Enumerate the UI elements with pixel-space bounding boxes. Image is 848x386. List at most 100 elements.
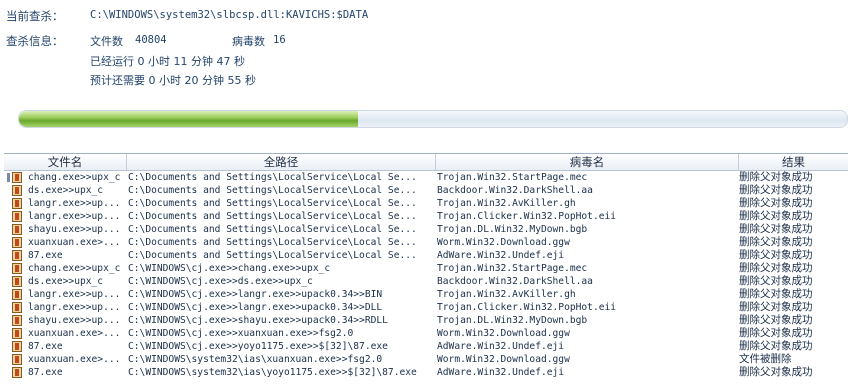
virus-file-icon — [12, 263, 22, 274]
virus-file-icon — [12, 172, 22, 183]
table-row[interactable]: ds.exe>>upx_c C:\Documents and Settings\L… — [4, 184, 848, 197]
cell-fullpath: C:\Documents and Settings\LocalService\L… — [128, 250, 417, 261]
table-row[interactable]: xuanxuan.exe>... C:\WINDOWS\cj.exe>>xuanx… — [4, 327, 848, 340]
virus-file-icon — [12, 276, 22, 287]
table-row[interactable]: langr.exe>>up... C:\Documents and Setting… — [4, 210, 848, 223]
current-scan-label: 当前查杀： — [6, 9, 64, 23]
virus-file-icon — [12, 237, 22, 248]
cell-result: 删除父对象成功 — [739, 327, 813, 339]
column-header-fullpath[interactable]: 全路径 — [127, 154, 436, 170]
cell-filename: xuanxuan.exe>... — [28, 354, 121, 365]
cell-result: 删除父对象成功 — [739, 288, 813, 300]
cell-fullpath: C:\WINDOWS\cj.exe>>shayu.exe>>upack0.34>… — [128, 315, 388, 326]
cell-fullpath: C:\Documents and Settings\LocalService\L… — [128, 185, 417, 196]
table-row[interactable]: langr.exe>>up... C:\WINDOWS\cj.exe>>langr… — [4, 301, 848, 314]
cell-result: 删除父对象成功 — [739, 184, 813, 196]
cell-virusname: Trojan.Win32.AvKiller.gh — [437, 198, 576, 209]
table-row[interactable]: chang.exe>>upx_c C:\Documents and Setting… — [4, 171, 848, 184]
table-row[interactable]: shayu.exe>>up... C:\Documents and Setting… — [4, 223, 848, 236]
detected-virus-table[interactable]: 文件名 全路径 病毒名 结果 chang.exe>>upx_c C:\Docume… — [4, 153, 848, 386]
cell-filename: 87.exe — [28, 341, 63, 352]
column-header-virusname[interactable]: 病毒名 — [436, 154, 739, 170]
cell-virusname: Worm.Win32.Download.ggw — [437, 328, 570, 339]
virus-file-icon — [12, 185, 22, 196]
virus-file-icon — [12, 224, 22, 235]
file-count-value: 40804 — [135, 34, 167, 46]
table-row[interactable]: chang.exe>>upx_c C:\WINDOWS\cj.exe>>chang… — [4, 262, 848, 275]
virus-file-icon — [12, 289, 22, 300]
cell-filename: 87.exe — [28, 250, 63, 261]
cell-virusname: AdWare.Win32.Undef.eji — [437, 250, 565, 261]
virus-file-icon — [12, 302, 22, 313]
cell-filename: shayu.exe>>up... — [28, 224, 121, 235]
cell-filename: shayu.exe>>up... — [28, 315, 121, 326]
cell-virusname: Trojan.Win32.StartPage.mec — [437, 263, 588, 274]
column-header-result[interactable]: 结果 — [739, 154, 848, 170]
cell-virusname: Worm.Win32.Download.ggw — [437, 354, 570, 365]
elapsed-time: 已经运行 0 小时 11 分钟 47 秒 — [90, 55, 245, 68]
table-row[interactable]: langr.exe>>up... C:\Documents and Setting… — [4, 197, 848, 210]
cell-virusname: AdWare.Win32.Undef.eji — [437, 341, 565, 352]
cell-virusname: AdWare.Win32.Undef.eji — [437, 367, 565, 378]
cell-fullpath: C:\Documents and Settings\LocalService\L… — [128, 172, 417, 183]
table-row[interactable]: langr.exe>>up... C:\WINDOWS\cj.exe>>langr… — [4, 288, 848, 301]
cell-virusname: Trojan.DL.Win32.MyDown.bgb — [437, 315, 588, 326]
cell-filename: langr.exe>>up... — [28, 302, 121, 313]
cell-result: 删除父对象成功 — [739, 314, 813, 326]
cell-result: 文件被删除 — [739, 353, 792, 365]
table-body: chang.exe>>upx_c C:\Documents and Setting… — [4, 171, 848, 379]
virus-file-icon — [12, 211, 22, 222]
virus-file-icon — [12, 341, 22, 352]
cell-result: 删除父对象成功 — [739, 197, 813, 209]
column-header-filename[interactable]: 文件名 — [4, 154, 127, 170]
virus-file-icon — [12, 328, 22, 339]
cell-fullpath: C:\Documents and Settings\LocalService\L… — [128, 198, 417, 209]
cell-filename: chang.exe>>upx_c — [28, 263, 121, 274]
cell-fullpath: C:\WINDOWS\cj.exe>>yoyo1175.exe>>$[32]\8… — [128, 341, 388, 352]
table-row[interactable]: xuanxuan.exe>... C:\Documents and Setting… — [4, 236, 848, 249]
virus-file-icon — [12, 198, 22, 209]
cell-virusname: Trojan.Win32.AvKiller.gh — [437, 289, 576, 300]
cell-result: 删除父对象成功 — [739, 340, 813, 352]
table-header: 文件名 全路径 病毒名 结果 — [4, 154, 848, 171]
cell-fullpath: C:\WINDOWS\cj.exe>>langr.exe>>upack0.34>… — [128, 289, 383, 300]
virus-file-icon — [12, 354, 22, 365]
cell-fullpath: C:\Documents and Settings\LocalService\L… — [128, 237, 417, 248]
cell-virusname: Worm.Win32.Download.ggw — [437, 237, 570, 248]
scan-info-label: 查杀信息： — [6, 34, 64, 48]
row-focus-marker — [7, 173, 10, 182]
cell-filename: langr.exe>>up... — [28, 289, 121, 300]
table-row[interactable]: 87.exe C:\WINDOWS\cj.exe>>yoyo1175.exe>>$… — [4, 340, 848, 353]
table-row[interactable]: xuanxuan.exe>... C:\WINDOWS\system32\ias\… — [4, 353, 848, 366]
cell-virusname: Trojan.Clicker.Win32.PopHot.eii — [437, 302, 617, 313]
table-row[interactable]: ds.exe>>upx_c C:\WINDOWS\cj.exe>>ds.exe>>… — [4, 275, 848, 288]
cell-fullpath: C:\Documents and Settings\LocalService\L… — [128, 211, 417, 222]
cell-result: 删除父对象成功 — [739, 275, 813, 287]
cell-virusname: Trojan.Clicker.Win32.PopHot.eii — [437, 211, 617, 222]
cell-filename: ds.exe>>upx_c — [28, 185, 104, 196]
cell-fullpath: C:\WINDOWS\cj.exe>>chang.exe>>upx_c — [128, 263, 331, 274]
table-row[interactable]: 87.exe C:\Documents and Settings\LocalSer… — [4, 249, 848, 262]
cell-fullpath: C:\WINDOWS\cj.exe>>ds.exe>>upx_c — [128, 276, 313, 287]
cell-filename: langr.exe>>up... — [28, 198, 121, 209]
remaining-time: 预计还需要 0 小时 20 分钟 55 秒 — [90, 74, 256, 87]
virus-count-value: 16 — [273, 34, 286, 46]
current-scan-path: C:\WINDOWS\system32\slbcsp.dll:KAVICHS:$… — [90, 9, 369, 21]
virus-file-icon — [12, 315, 22, 326]
table-row[interactable]: shayu.exe>>up... C:\WINDOWS\cj.exe>>shayu… — [4, 314, 848, 327]
virus-file-icon — [12, 367, 22, 378]
cell-result: 删除父对象成功 — [739, 171, 813, 183]
cell-fullpath: C:\WINDOWS\system32\ias\yoyo1175.exe>>$[… — [128, 367, 417, 378]
cell-result: 删除父对象成功 — [739, 262, 813, 274]
cell-filename: ds.exe>>upx_c — [28, 276, 104, 287]
cell-virusname: Trojan.DL.Win32.MyDown.bgb — [437, 224, 588, 235]
virus-file-icon — [12, 250, 22, 261]
cell-filename: langr.exe>>up... — [28, 211, 121, 222]
cell-result: 删除父对象成功 — [739, 301, 813, 313]
cell-result: 删除父对象成功 — [739, 210, 813, 222]
cell-result: 删除父对象成功 — [739, 366, 813, 378]
table-row[interactable]: 87.exe C:\WINDOWS\system32\ias\yoyo1175.e… — [4, 366, 848, 379]
virus-count-label: 病毒数 — [232, 35, 265, 48]
scan-progress-bar — [18, 110, 848, 128]
cell-filename: 87.exe — [28, 367, 63, 378]
